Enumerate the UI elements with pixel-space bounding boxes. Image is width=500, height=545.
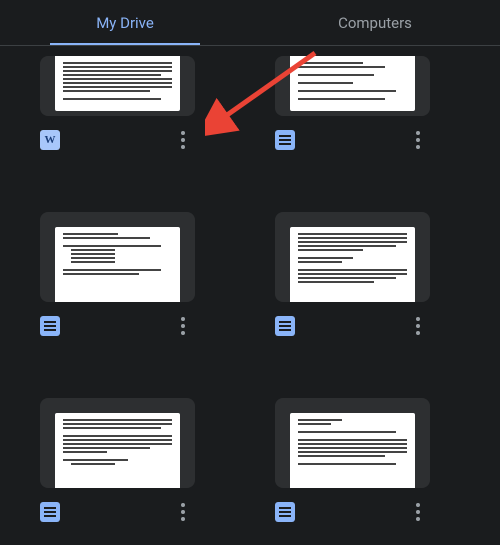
gdoc-icon: [275, 502, 295, 522]
file-meta-row: [40, 500, 195, 524]
file-thumbnail: [275, 212, 430, 302]
file-thumbnail: [40, 212, 195, 302]
gdoc-icon: [40, 316, 60, 336]
file-item[interactable]: [275, 212, 460, 338]
tab-bar: My Drive Computers: [0, 0, 500, 46]
file-thumbnail: [40, 56, 195, 116]
file-meta-row: [275, 314, 430, 338]
file-thumbnail: [40, 398, 195, 488]
more-options-button[interactable]: [406, 500, 430, 524]
file-item[interactable]: W: [40, 56, 225, 152]
file-item[interactable]: [275, 398, 460, 524]
gdoc-icon: [275, 130, 295, 150]
file-meta-row: W: [40, 128, 195, 152]
more-options-button[interactable]: [171, 128, 195, 152]
file-meta-row: [40, 314, 195, 338]
gdoc-icon: [275, 316, 295, 336]
tab-my-drive[interactable]: My Drive: [0, 0, 250, 45]
file-thumbnail: [275, 56, 430, 116]
file-item[interactable]: [40, 398, 225, 524]
file-item[interactable]: [40, 212, 225, 338]
file-thumbnail: [275, 398, 430, 488]
more-options-button[interactable]: [406, 128, 430, 152]
word-icon: W: [40, 130, 60, 150]
file-grid: W: [0, 46, 500, 544]
file-item[interactable]: [275, 56, 460, 152]
file-meta-row: [275, 128, 430, 152]
more-options-button[interactable]: [171, 500, 195, 524]
more-options-button[interactable]: [406, 314, 430, 338]
tab-computers[interactable]: Computers: [250, 0, 500, 45]
file-meta-row: [275, 500, 430, 524]
gdoc-icon: [40, 502, 60, 522]
more-options-button[interactable]: [171, 314, 195, 338]
